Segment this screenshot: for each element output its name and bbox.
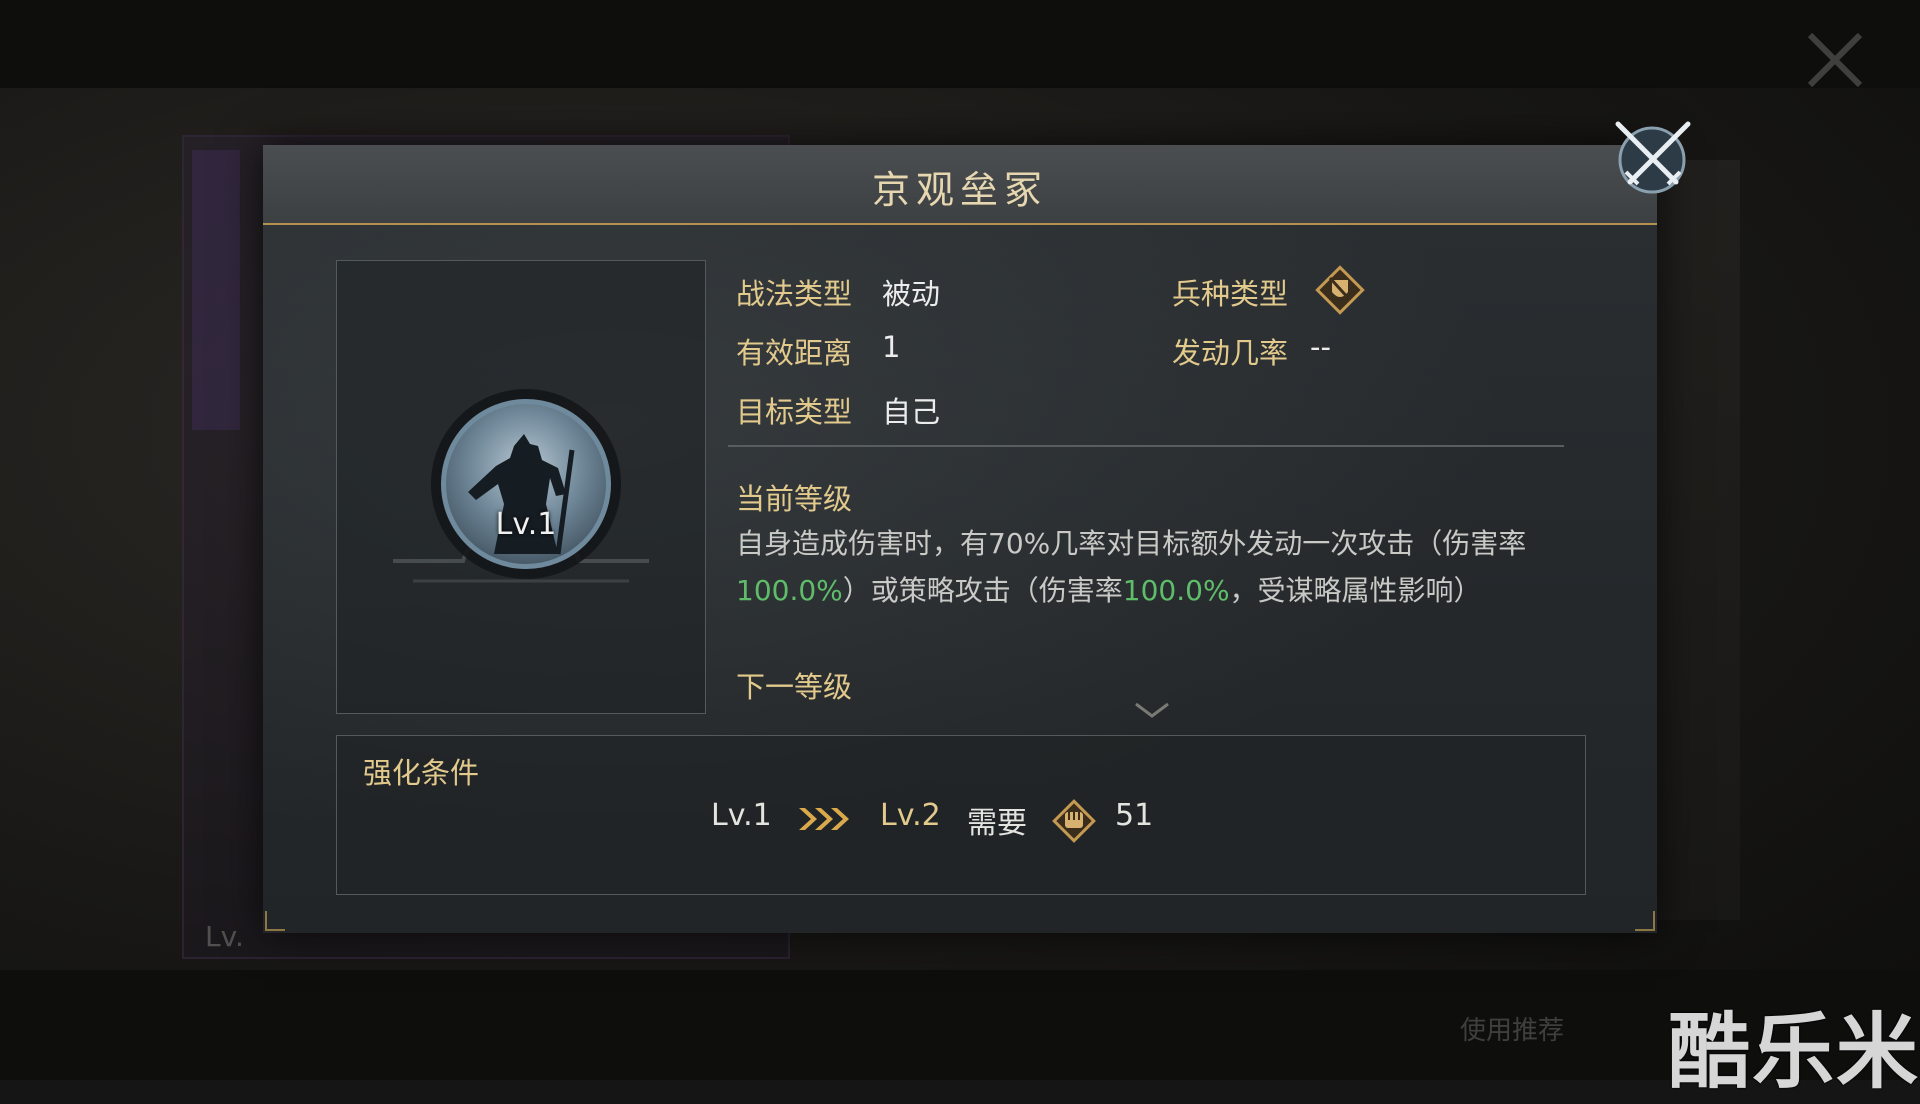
cost-value: 51 — [1115, 798, 1154, 833]
background-recommend-text: 使用推荐 — [1460, 1016, 1565, 1046]
corner-ornament — [265, 911, 285, 931]
trigger-rate-value: -- — [1310, 330, 1331, 364]
tactic-type-label: 战法类型 — [736, 277, 853, 311]
current-level-description: 自身造成伤害时，有70%几率对目标额外发动一次攻击（伤害率 100.0%）或策略攻… — [736, 520, 1572, 614]
tactic-portrait-icon — [441, 399, 611, 569]
troop-type-label: 兵种类型 — [1172, 277, 1289, 311]
damage-rate-value: 100.0% — [736, 574, 843, 607]
upgrade-conditions-title: 强化条件 — [363, 756, 480, 790]
background-card-level: Lv. — [205, 920, 244, 953]
desc-text: ，受谋略属性影响） — [1229, 574, 1482, 607]
background-bottom-bar — [0, 970, 1920, 1080]
tactic-portrait-frame: Lv.1 — [336, 260, 706, 714]
background-top-bar — [0, 0, 1920, 88]
upgrade-conditions-panel: 强化条件 Lv.1 Lv.2 需要 51 — [336, 735, 1586, 895]
fist-token-icon — [1052, 799, 1096, 843]
current-level-heading: 当前等级 — [736, 482, 853, 516]
desc-text: ）或策略攻击（伤害率 — [842, 574, 1123, 607]
dialog-header: 京观垒冢 — [263, 145, 1657, 225]
from-level: Lv.1 — [711, 798, 772, 833]
tactic-type-value: 被动 — [882, 277, 941, 311]
troop-shield-icon[interactable] — [1312, 262, 1368, 318]
close-button[interactable] — [1610, 118, 1694, 202]
corner-ornament — [1635, 911, 1655, 931]
watermark-logo: 酷乐米 — [1668, 1005, 1920, 1100]
damage-rate-value: 100.0% — [1122, 574, 1230, 607]
target-type-value: 自己 — [882, 395, 941, 429]
background-close-icon — [1807, 32, 1863, 88]
target-type-label: 目标类型 — [736, 395, 853, 429]
to-level: Lv.2 — [880, 798, 941, 833]
triple-chevron-right-icon — [799, 808, 849, 830]
portrait-level-badge: Lv.1 — [495, 507, 557, 542]
background-card-strip — [192, 150, 240, 430]
next-level-heading: 下一等级 — [736, 670, 853, 704]
trigger-rate-label: 发动几率 — [1172, 336, 1289, 370]
desc-text: 自身造成伤害时，有70%几率对目标额外发动一次攻击（伤害率 — [736, 527, 1527, 560]
dialog-title: 京观垒冢 — [871, 168, 1048, 212]
range-label: 有效距离 — [736, 336, 853, 370]
range-value: 1 — [882, 330, 901, 364]
chevron-down-icon[interactable] — [1132, 700, 1172, 720]
section-divider — [728, 445, 1564, 447]
require-label: 需要 — [967, 806, 1027, 841]
